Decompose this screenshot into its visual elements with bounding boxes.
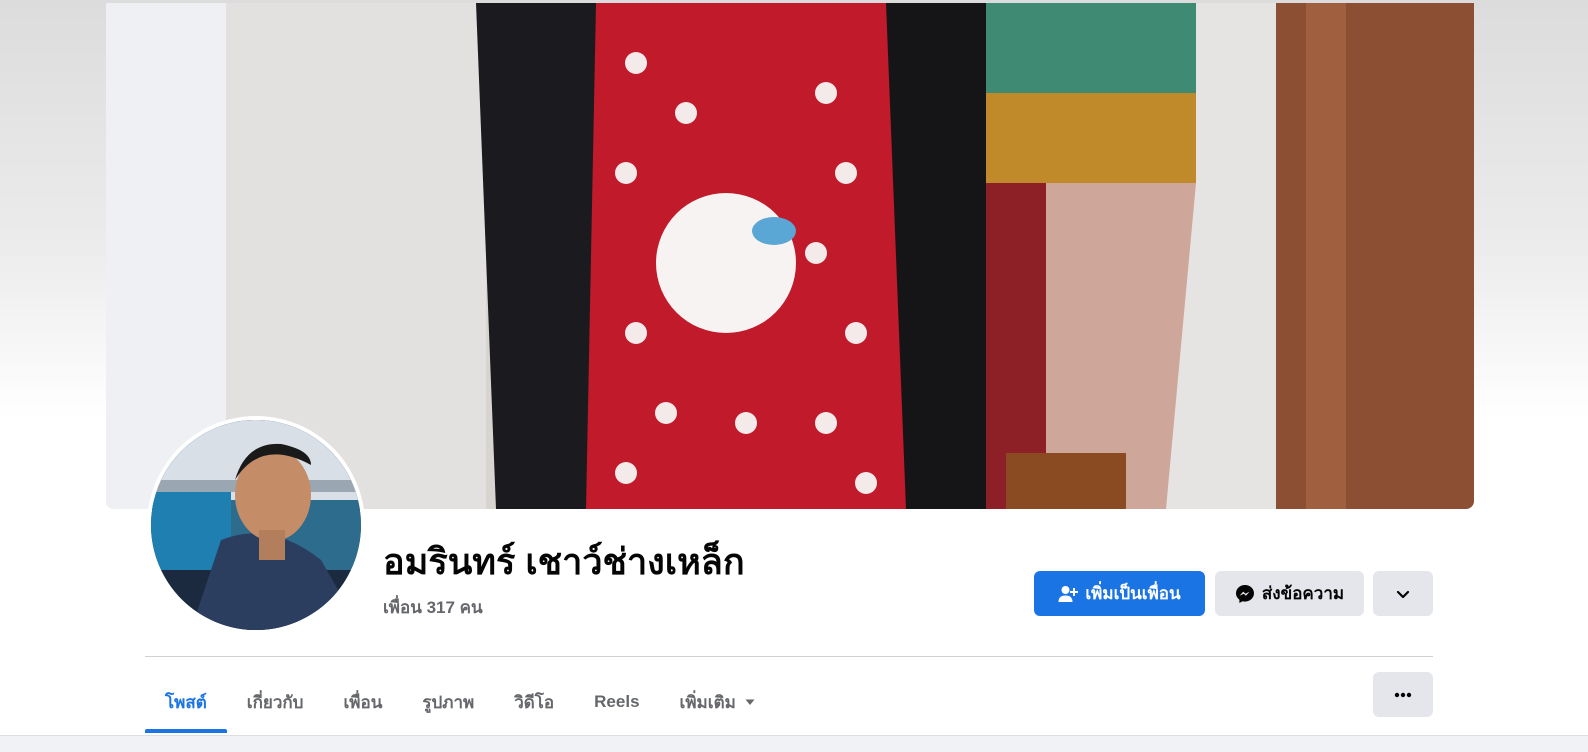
tab-label: วิดีโอ xyxy=(514,692,555,712)
tab-label: เกี่ยวกับ xyxy=(246,692,304,712)
profile-tabs: โพสต์ เกี่ยวกับ เพื่อน รูปภาพ วิดีโอ Ree… xyxy=(145,672,776,733)
ellipsis-icon xyxy=(1394,692,1412,698)
tab-friends[interactable]: เพื่อน xyxy=(323,672,402,732)
tab-label: โพสต์ xyxy=(165,692,207,712)
tab-label: เพื่อน xyxy=(343,692,383,712)
message-button[interactable]: ส่งข้อความ xyxy=(1215,571,1364,616)
tabs-overflow-button[interactable] xyxy=(1373,672,1433,717)
message-label: ส่งข้อความ xyxy=(1261,584,1345,603)
tab-label: Reels xyxy=(594,692,640,711)
profile-more-dropdown-button[interactable] xyxy=(1373,571,1433,616)
profile-name: อมรินทร์ เชาว์ช่างเหล็ก xyxy=(383,541,745,582)
messenger-icon xyxy=(1235,584,1255,604)
tab-label: รูปภาพ xyxy=(422,692,475,712)
chevron-down-icon xyxy=(1395,586,1411,602)
friends-count[interactable]: เพื่อน 317 คน xyxy=(383,594,483,621)
tab-reels[interactable]: Reels xyxy=(574,672,659,732)
profile-avatar[interactable] xyxy=(151,420,361,630)
tab-photos[interactable]: รูปภาพ xyxy=(402,672,494,732)
tab-about[interactable]: เกี่ยวกับ xyxy=(227,672,324,732)
tab-videos[interactable]: วิดีโอ xyxy=(494,672,574,732)
feed-background xyxy=(0,735,1588,752)
tab-posts[interactable]: โพสต์ xyxy=(145,672,227,733)
avatar-image xyxy=(151,420,361,630)
tab-label: เพิ่มเติม xyxy=(679,692,736,712)
tab-more[interactable]: เพิ่มเติม xyxy=(660,672,776,732)
header-divider xyxy=(145,656,1433,657)
add-friend-label: เพิ่มเป็นเพื่อน xyxy=(1085,584,1181,603)
add-friend-button[interactable]: เพิ่มเป็นเพื่อน xyxy=(1034,571,1205,616)
caret-down-icon xyxy=(744,696,756,708)
person-plus-icon xyxy=(1058,584,1079,604)
